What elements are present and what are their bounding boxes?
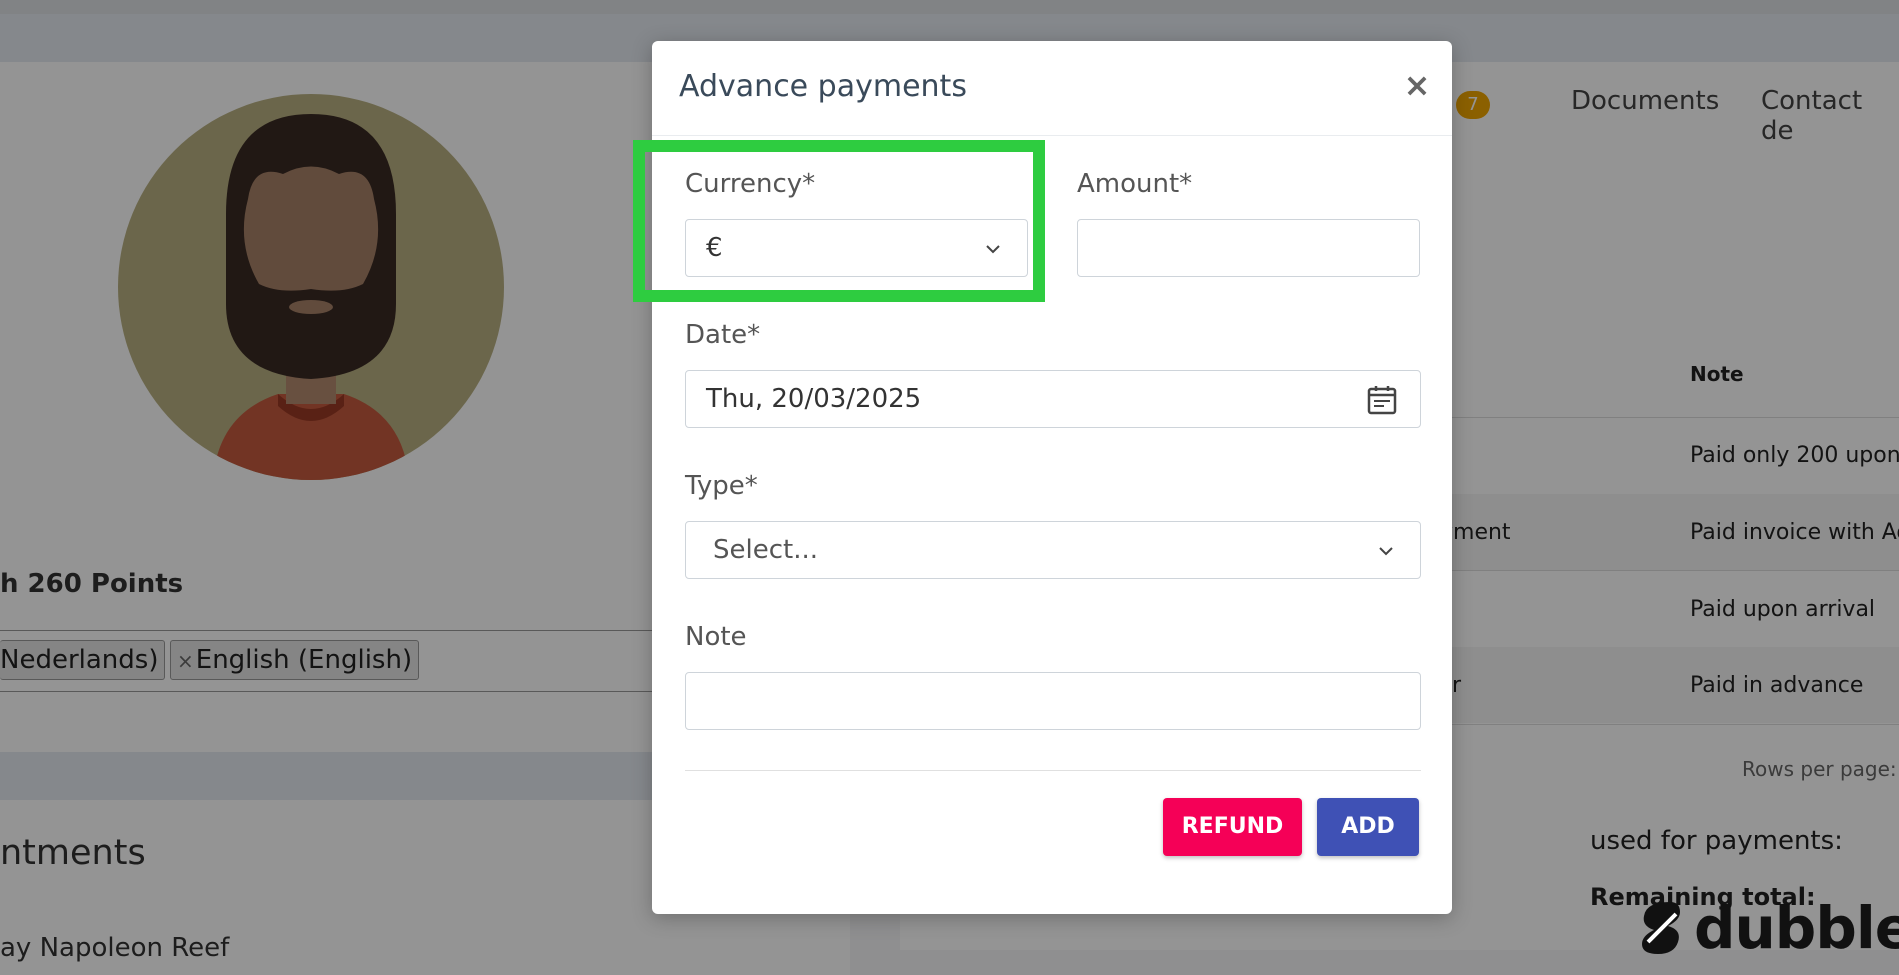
close-icon[interactable]: × (1401, 69, 1433, 101)
amount-label: Amount* (1077, 169, 1193, 199)
amount-input[interactable] (1077, 219, 1420, 277)
date-label: Date* (685, 320, 761, 350)
date-value: Thu, 20/03/2025 (706, 384, 922, 414)
currency-highlight-box (633, 140, 1045, 302)
note-input[interactable] (685, 672, 1421, 730)
type-select[interactable]: Select... (685, 521, 1421, 579)
add-button[interactable]: ADD (1317, 798, 1419, 856)
modal-divider (685, 770, 1421, 771)
modal-header: Advance payments × (652, 41, 1452, 136)
dubble-logo-icon (1642, 902, 1680, 954)
type-placeholder: Select... (713, 535, 819, 565)
dubble-logo: dubble (1638, 898, 1899, 958)
chevron-down-icon (1379, 547, 1393, 556)
calendar-icon[interactable] (1365, 383, 1399, 417)
note-label: Note (685, 622, 747, 652)
dubble-logo-text: dubble (1694, 894, 1899, 962)
date-input[interactable]: Thu, 20/03/2025 (685, 370, 1421, 428)
modal-title: Advance payments (679, 69, 967, 104)
type-label: Type* (685, 471, 758, 501)
refund-button[interactable]: REFUND (1163, 798, 1302, 856)
